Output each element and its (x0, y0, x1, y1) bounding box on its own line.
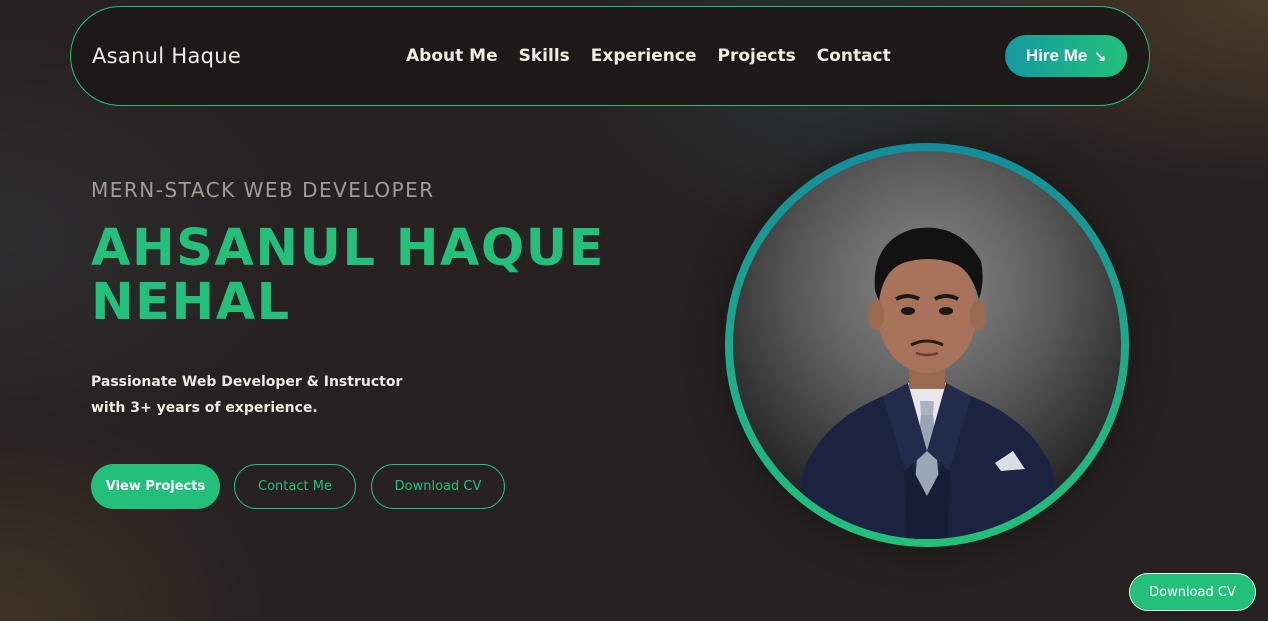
portrait-illustration (793, 227, 1063, 539)
nav-link-skills[interactable]: Skills (519, 46, 570, 66)
brand-logo[interactable]: Asanul Haque (92, 44, 241, 68)
nav-link-about[interactable]: About Me (406, 46, 498, 66)
floating-download-cv-button[interactable]: Download CV (1129, 573, 1256, 611)
hire-me-label: Hire Me (1025, 46, 1088, 65)
hire-me-button[interactable]: Hire Me ↘ (1005, 35, 1127, 77)
navbar: Asanul Haque About Me Skills Experience … (70, 6, 1150, 106)
contact-me-button[interactable]: Contact Me (234, 464, 356, 509)
hero-name-line1: AHSANUL HAQUE (91, 219, 605, 278)
download-cv-button[interactable]: Download CV (371, 464, 505, 509)
hero-role: MERN-STACK WEB DEVELOPER (91, 178, 435, 202)
hero-tagline-line2: with 3+ years of experience. (91, 400, 318, 416)
hero-tagline-line1: Passionate Web Developer & Instructor (91, 374, 403, 390)
nav-link-contact[interactable]: Contact (817, 46, 891, 66)
nav-link-experience[interactable]: Experience (591, 46, 697, 66)
nav-links: About Me Skills Experience Projects Cont… (406, 7, 891, 105)
hero-name-line2: NEHAL (91, 273, 291, 332)
hero-tagline: Passionate Web Developer & Instructor wi… (91, 369, 431, 421)
view-projects-button[interactable]: View Projects (91, 464, 220, 509)
hero-name: AHSANUL HAQUE NEHAL (91, 222, 651, 330)
profile-photo-frame (725, 143, 1129, 547)
nav-link-projects[interactable]: Projects (718, 46, 796, 66)
arrow-down-right-icon: ↘ (1094, 47, 1107, 64)
profile-photo (733, 151, 1121, 539)
